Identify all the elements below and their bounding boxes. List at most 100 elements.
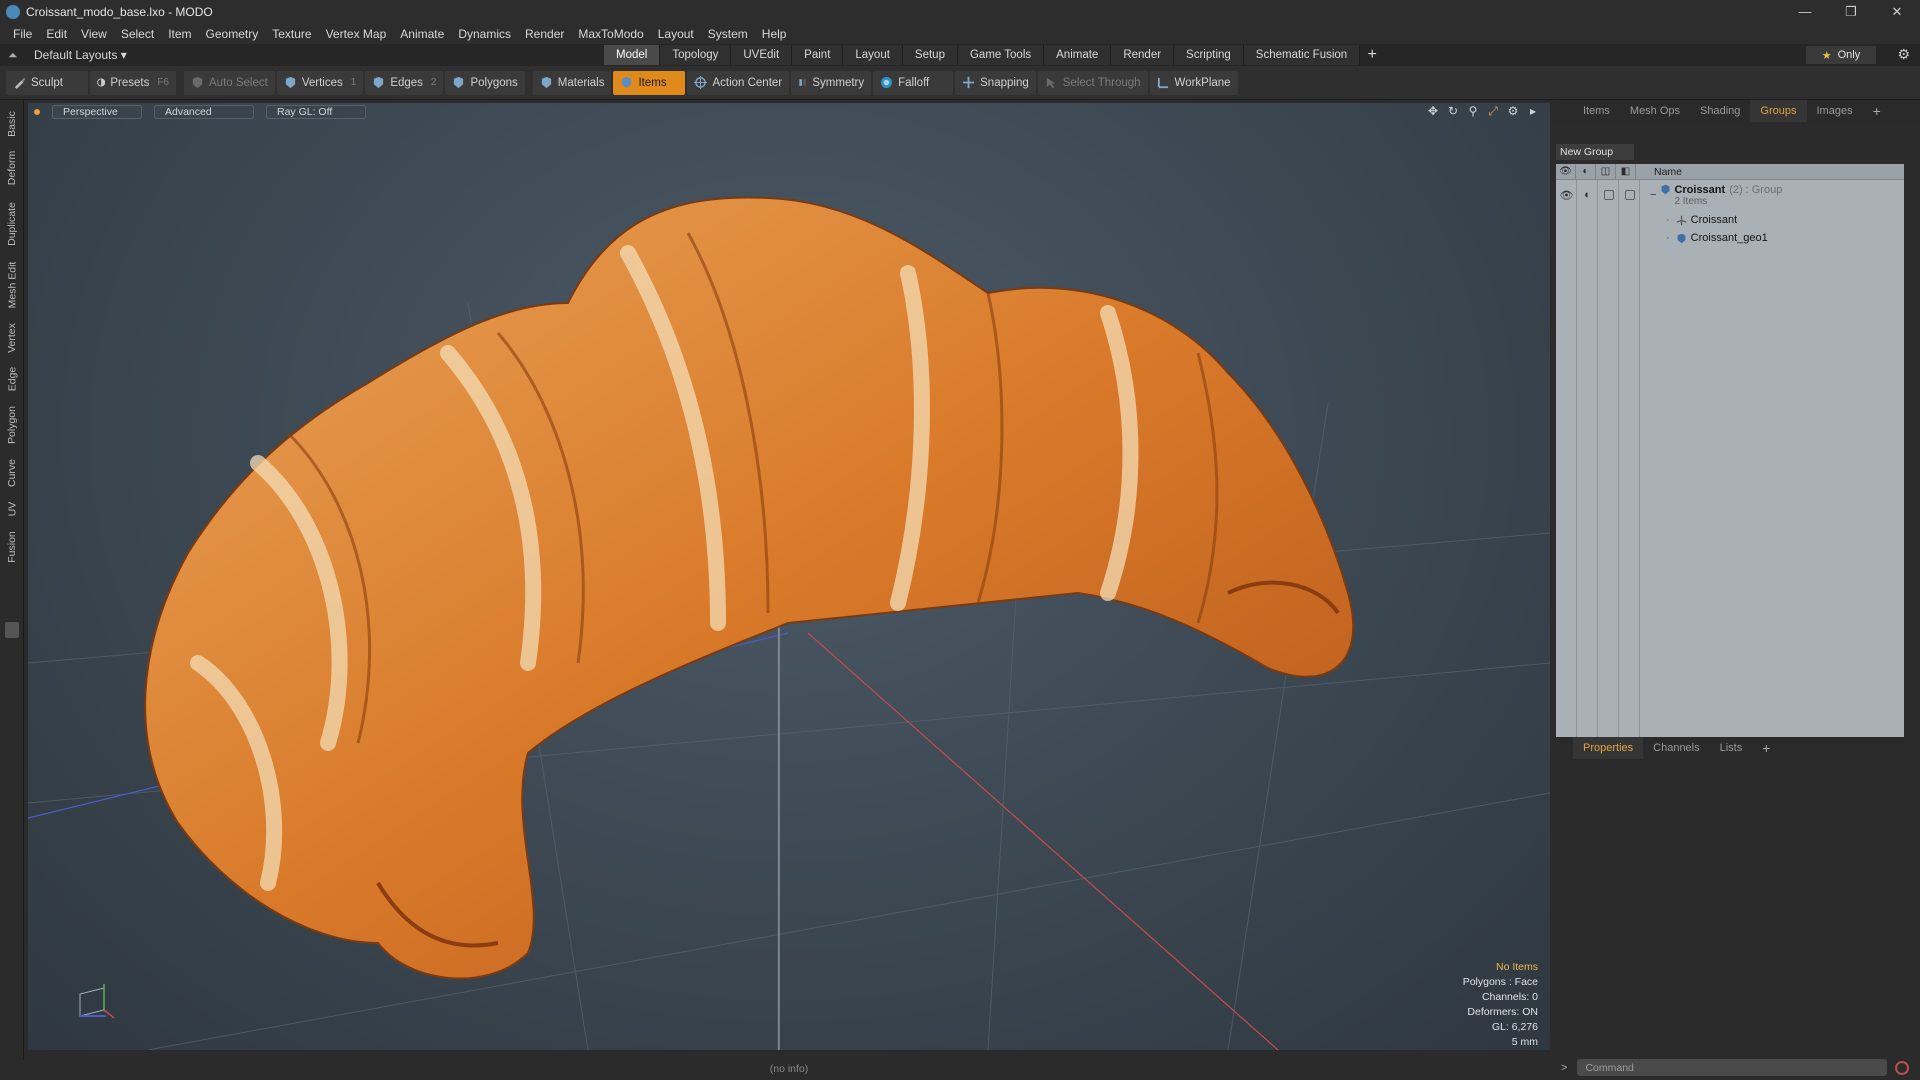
tab-layout[interactable]: Layout	[843, 45, 903, 65]
new-group-button[interactable]: New Group	[1556, 144, 1634, 160]
tab-lists[interactable]: Lists	[1710, 737, 1753, 759]
tab-setup[interactable]: Setup	[902, 45, 958, 65]
viewport-settings-gear-icon[interactable]: ⚙	[1506, 104, 1520, 119]
group-visibility-eye-icon[interactable]: 👁	[1556, 189, 1577, 202]
left-tab-duplicate[interactable]: Duplicate	[0, 196, 24, 252]
menu-vertex-map[interactable]: Vertex Map	[319, 27, 394, 41]
left-tab-uv[interactable]: UV	[0, 496, 24, 522]
falloff-button[interactable]: Falloff	[873, 70, 954, 95]
tab-paint[interactable]: Paint	[792, 45, 844, 65]
menu-file[interactable]: File	[6, 27, 39, 41]
menu-edit[interactable]: Edit	[39, 27, 74, 41]
group-render-icon[interactable]: ◐	[1577, 189, 1598, 201]
group-child-row[interactable]: · Croissant_geo1	[1556, 230, 1904, 246]
snapping-button[interactable]: Snapping	[955, 70, 1036, 95]
workplane-button[interactable]: WorkPlane	[1149, 70, 1238, 95]
only-toggle[interactable]: ★ Only	[1806, 46, 1876, 64]
tab-topology[interactable]: Topology	[660, 45, 732, 65]
tab-mesh-ops[interactable]: Mesh Ops	[1620, 100, 1690, 122]
render-toggle-icon[interactable]: ◐	[1576, 163, 1596, 180]
tab-images[interactable]: Images	[1807, 100, 1863, 122]
select-column-icon[interactable]: ◧	[1616, 163, 1636, 180]
group-row-croissant[interactable]: 👁 ◐ − Croissant (2) : Group 2 Items	[1556, 182, 1904, 208]
group-select-checkbox[interactable]	[1624, 190, 1635, 200]
command-input[interactable]: Command	[1577, 1059, 1888, 1076]
left-tab-basic[interactable]: Basic	[0, 106, 24, 142]
left-tab-polygon[interactable]: Polygon	[0, 400, 24, 450]
gear-icon[interactable]: ⚙	[1897, 46, 1910, 63]
menu-system[interactable]: System	[701, 27, 755, 41]
group-collapse-icon[interactable]: −	[1650, 189, 1656, 201]
menu-render[interactable]: Render	[518, 27, 571, 41]
fit-icon[interactable]: ⤢	[1486, 104, 1500, 119]
group-child-row[interactable]: · Croissant	[1556, 212, 1904, 228]
tab-scripting[interactable]: Scripting	[1174, 45, 1244, 65]
tab-channels[interactable]: Channels	[1643, 737, 1709, 759]
restore-button[interactable]: ❐	[1828, 0, 1874, 23]
tab-model[interactable]: Model	[604, 45, 661, 65]
edges-button[interactable]: Edges 2	[365, 70, 444, 95]
materials-icon	[541, 76, 551, 89]
close-button[interactable]: ✕	[1874, 0, 1920, 23]
menu-geometry[interactable]: Geometry	[199, 27, 266, 41]
sculpt-button[interactable]: Sculpt	[6, 70, 88, 95]
zoom-icon[interactable]: ⚲	[1466, 104, 1480, 119]
menu-help[interactable]: Help	[755, 27, 794, 41]
advanced-button[interactable]: Advanced	[154, 105, 254, 119]
visibility-eye-icon[interactable]: 👁	[1556, 163, 1576, 180]
presets-button[interactable]: Presets F6	[90, 70, 176, 95]
left-tab-deform[interactable]: Deform	[0, 146, 24, 190]
collapse-up-icon[interactable]: ⏶	[8, 48, 20, 63]
command-history-icon[interactable]	[1895, 1060, 1910, 1075]
select-through-button[interactable]: Select Through	[1037, 70, 1148, 95]
menu-select[interactable]: Select	[114, 27, 161, 41]
viewport-expand-arrow-icon[interactable]: ▸	[1526, 104, 1540, 119]
materials-button[interactable]: Materials	[532, 70, 612, 95]
tab-game-tools[interactable]: Game Tools	[957, 45, 1045, 65]
tab-items[interactable]: Items	[1573, 100, 1620, 122]
perspective-button[interactable]: Perspective	[52, 105, 142, 119]
add-properties-tab-plus-icon[interactable]: +	[1752, 737, 1780, 759]
lock-column-icon[interactable]: ◫	[1596, 163, 1616, 180]
left-tab-vertex[interactable]: Vertex	[0, 318, 24, 358]
menu-animate[interactable]: Animate	[393, 27, 451, 41]
tab-schematic-fusion[interactable]: Schematic Fusion	[1243, 45, 1361, 65]
pan-icon[interactable]: ✥	[1426, 104, 1440, 119]
tab-shading[interactable]: Shading	[1690, 100, 1750, 122]
menu-dynamics[interactable]: Dynamics	[451, 27, 518, 41]
rotate-icon[interactable]: ↻	[1446, 104, 1460, 119]
tab-properties[interactable]: Properties	[1573, 737, 1644, 759]
items-button[interactable]: Items	[613, 70, 686, 95]
menu-texture[interactable]: Texture	[265, 27, 318, 41]
left-tab-mesh-edit[interactable]: Mesh Edit	[0, 256, 24, 314]
menu-view[interactable]: View	[74, 27, 114, 41]
presets-icon	[97, 78, 106, 87]
menu-maxtomodo[interactable]: MaxToModo	[571, 27, 650, 41]
tab-animate[interactable]: Animate	[1044, 45, 1112, 65]
minimize-button[interactable]: —	[1782, 0, 1828, 23]
3d-viewport[interactable]: Perspective Advanced Ray GL: Off ✥ ↻ ⚲ ⤢…	[28, 103, 1550, 1050]
sculpt-label: Sculpt	[31, 76, 63, 89]
polygons-button[interactable]: Polygons	[445, 70, 525, 95]
add-panel-tab-plus-icon[interactable]: +	[1863, 100, 1891, 122]
menu-layout[interactable]: Layout	[651, 27, 701, 41]
left-tab-curve[interactable]: Curve	[0, 454, 24, 492]
properties-tabs: Properties Channels Lists +	[1553, 737, 1920, 759]
ray-gl-button[interactable]: Ray GL: Off	[266, 105, 366, 119]
tab-uvedit[interactable]: UVEdit	[731, 45, 793, 65]
left-tab-fusion[interactable]: Fusion	[0, 526, 24, 568]
croissant-model[interactable]	[144, 196, 1355, 980]
action-center-button[interactable]: Action Center	[687, 70, 790, 95]
add-tab-plus-icon[interactable]: +	[1360, 44, 1384, 66]
default-layouts-dropdown[interactable]: ⏶ Default Layouts ▾	[8, 48, 127, 63]
symmetry-button[interactable]: Symmetry	[791, 70, 872, 95]
vertices-button[interactable]: Vertices 1	[276, 70, 364, 95]
tab-render[interactable]: Render	[1111, 45, 1175, 65]
left-tab-edge[interactable]: Edge	[0, 362, 24, 396]
menu-item[interactable]: Item	[161, 27, 198, 41]
group-lock-checkbox[interactable]	[1603, 190, 1614, 200]
name-column-header[interactable]: Name	[1636, 166, 1682, 178]
auto-select-button[interactable]: Auto Select	[184, 70, 275, 95]
tab-groups[interactable]: Groups	[1750, 100, 1807, 122]
panel-toggle-button[interactable]	[5, 622, 19, 638]
